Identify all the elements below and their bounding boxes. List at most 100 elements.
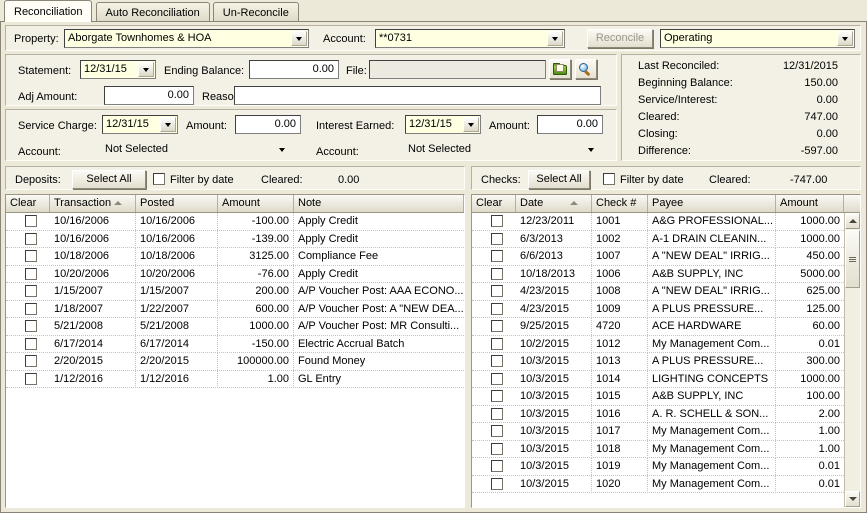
checks-filter-by-date-checkbox[interactable] <box>603 173 615 185</box>
row-clear-checkbox[interactable] <box>491 285 503 297</box>
chevron-down-icon[interactable] <box>837 31 853 46</box>
row-clear-checkbox[interactable] <box>491 390 503 402</box>
deposits-filter-by-date-checkbox[interactable] <box>153 173 165 185</box>
table-row[interactable]: 10/18/2013 1006 A&B SUPPLY, INC 5000.00 <box>472 265 844 283</box>
table-row[interactable]: 10/20/2006 10/20/2006 -76.00 Apply Credit <box>6 265 464 283</box>
column-header-date[interactable]: Date <box>516 195 592 212</box>
interest-account-combobox[interactable]: Not Selected <box>405 141 603 160</box>
row-clear-checkbox[interactable] <box>491 460 503 472</box>
column-header-note[interactable]: Note <box>294 195 464 212</box>
row-clear-checkbox[interactable] <box>491 337 503 350</box>
tab-auto-reconciliation[interactable]: Auto Reconciliation <box>95 2 210 22</box>
magnifier-icon[interactable] <box>575 59 597 79</box>
cell-transaction: 1/15/2007 <box>50 283 136 300</box>
row-clear-checkbox[interactable] <box>25 320 37 332</box>
column-header-amount[interactable]: Amount <box>776 195 844 212</box>
row-clear-checkbox[interactable] <box>25 355 37 367</box>
row-clear-checkbox[interactable] <box>491 215 503 227</box>
chevron-down-icon[interactable] <box>138 62 154 77</box>
table-row[interactable]: 10/3/2015 1014 LIGHTING CONCEPTS 1000.00 <box>472 370 844 388</box>
table-row[interactable]: 10/16/2006 10/16/2006 -100.00 Apply Credit <box>6 213 464 231</box>
ending-balance-input[interactable]: 0.00 <box>249 60 339 79</box>
row-clear-checkbox[interactable] <box>491 232 503 245</box>
property-combobox[interactable]: Aborgate Townhomes & HOA <box>64 29 309 48</box>
column-header-posted[interactable]: Posted <box>136 195 218 212</box>
scroll-down-icon[interactable] <box>845 491 860 507</box>
service-account-combobox[interactable]: Not Selected <box>102 141 294 160</box>
service-amount-input[interactable]: 0.00 <box>235 115 301 134</box>
table-row[interactable]: 2/20/2015 2/20/2015 100000.00 Found Money <box>6 353 464 371</box>
table-row[interactable]: 12/23/2011 1001 A&G PROFESSIONAL... 1000.00 <box>472 213 844 231</box>
row-clear-checkbox[interactable] <box>25 372 37 385</box>
table-row[interactable]: 9/25/2015 4720 ACE HARDWARE 60.00 <box>472 318 844 336</box>
chevron-down-icon[interactable] <box>160 117 176 132</box>
file-input[interactable] <box>369 60 546 79</box>
row-clear-checkbox[interactable] <box>25 250 37 262</box>
table-row[interactable]: 10/3/2015 1017 My Management Com... 1.00 <box>472 423 844 441</box>
checks-vertical-scrollbar[interactable] <box>844 213 860 507</box>
scrollbar-thumb[interactable] <box>845 230 860 288</box>
row-clear-checkbox[interactable] <box>491 372 503 385</box>
checks-select-all-button[interactable]: Select All <box>528 170 590 189</box>
row-clear-checkbox[interactable] <box>491 355 503 367</box>
service-charge-date-combobox[interactable]: 12/31/15 <box>102 115 178 134</box>
reconcile-button[interactable]: Reconcile <box>587 29 653 48</box>
statement-date-combobox[interactable]: 12/31/15 <box>80 60 156 79</box>
reason-input[interactable] <box>234 86 601 105</box>
table-row[interactable]: 10/3/2015 1019 My Management Com... 0.01 <box>472 458 844 476</box>
table-row[interactable]: 10/3/2015 1018 My Management Com... 1.00 <box>472 440 844 458</box>
table-row[interactable]: 6/3/2013 1002 A-1 DRAIN CLEANIN... 1000.00 <box>472 230 844 248</box>
cell-amount: 60.00 <box>812 320 840 332</box>
interest-date-combobox[interactable]: 12/31/15 <box>405 115 481 134</box>
deposits-select-all-button[interactable]: Select All <box>72 170 146 189</box>
column-header-transaction[interactable]: Transaction <box>50 195 136 212</box>
chevron-down-icon[interactable] <box>583 142 599 157</box>
row-clear-checkbox[interactable] <box>491 477 503 490</box>
table-row[interactable]: 10/2/2015 1012 My Management Com... 0.01 <box>472 335 844 353</box>
row-clear-checkbox[interactable] <box>491 267 503 280</box>
chevron-down-icon[interactable] <box>291 31 307 46</box>
scroll-up-icon[interactable] <box>845 213 860 229</box>
row-clear-checkbox[interactable] <box>491 302 503 315</box>
table-row[interactable]: 10/3/2015 1015 A&B SUPPLY, INC 100.00 <box>472 388 844 406</box>
interest-amount-input[interactable]: 0.00 <box>537 115 603 134</box>
table-row[interactable]: 5/21/2008 5/21/2008 1000.00 A/P Voucher Pos… <box>6 318 464 336</box>
tab-un-reconcile[interactable]: Un-Reconcile <box>212 2 299 22</box>
table-row[interactable]: 4/23/2015 1009 A PLUS PRESSURE... 125.00 <box>472 300 844 318</box>
row-clear-checkbox[interactable] <box>25 285 37 297</box>
table-row[interactable]: 6/17/2014 6/17/2014 -150.00 Electric Accrua… <box>6 335 464 353</box>
column-header-amount[interactable]: Amount <box>218 195 294 212</box>
row-clear-checkbox[interactable] <box>491 250 503 262</box>
row-clear-checkbox[interactable] <box>25 302 37 315</box>
chevron-down-icon[interactable] <box>274 142 290 157</box>
table-row[interactable]: 10/3/2015 1020 My Management Com... 0.01 <box>472 475 844 493</box>
row-clear-checkbox[interactable] <box>491 407 503 420</box>
table-row[interactable]: 10/16/2006 10/16/2006 -139.00 Apply Credit <box>6 230 464 248</box>
account-combobox[interactable]: **0731 <box>375 29 565 48</box>
row-clear-checkbox[interactable] <box>491 320 503 332</box>
row-clear-checkbox[interactable] <box>25 215 37 227</box>
table-row[interactable]: 1/15/2007 1/15/2007 200.00 A/P Voucher Post… <box>6 283 464 301</box>
table-row[interactable]: 6/6/2013 1007 A "NEW DEAL" IRRIG... 450.00 <box>472 248 844 266</box>
adj-amount-input[interactable]: 0.00 <box>104 86 194 105</box>
column-header-check-number[interactable]: Check # <box>592 195 648 212</box>
chevron-down-icon[interactable] <box>547 31 563 46</box>
tab-reconciliation[interactable]: Reconciliation <box>4 0 93 22</box>
table-row[interactable]: 10/18/2006 10/18/2006 3125.00 Compliance Fe… <box>6 248 464 266</box>
table-row[interactable]: 10/3/2015 1013 A PLUS PRESSURE... 300.00 <box>472 353 844 371</box>
table-row[interactable]: 1/18/2007 1/22/2007 600.00 A/P Voucher Post… <box>6 300 464 318</box>
folder-open-icon[interactable] <box>549 59 571 79</box>
row-clear-checkbox[interactable] <box>25 337 37 350</box>
row-clear-checkbox[interactable] <box>25 232 37 245</box>
row-clear-checkbox[interactable] <box>25 267 37 280</box>
column-header-payee[interactable]: Payee <box>648 195 776 212</box>
row-clear-checkbox[interactable] <box>491 442 503 455</box>
table-row[interactable]: 4/23/2015 1008 A "NEW DEAL" IRRIG... 625.00 <box>472 283 844 301</box>
column-header-clear[interactable]: Clear <box>6 195 50 212</box>
bank-account-combobox[interactable]: Operating <box>660 29 855 48</box>
table-row[interactable]: 1/12/2016 1/12/2016 1.00 GL Entry <box>6 370 464 388</box>
table-row[interactable]: 10/3/2015 1016 A. R. SCHELL & SON... 2.00 <box>472 405 844 423</box>
column-header-clear[interactable]: Clear <box>472 195 516 212</box>
chevron-down-icon[interactable] <box>463 117 479 132</box>
row-clear-checkbox[interactable] <box>491 425 503 437</box>
